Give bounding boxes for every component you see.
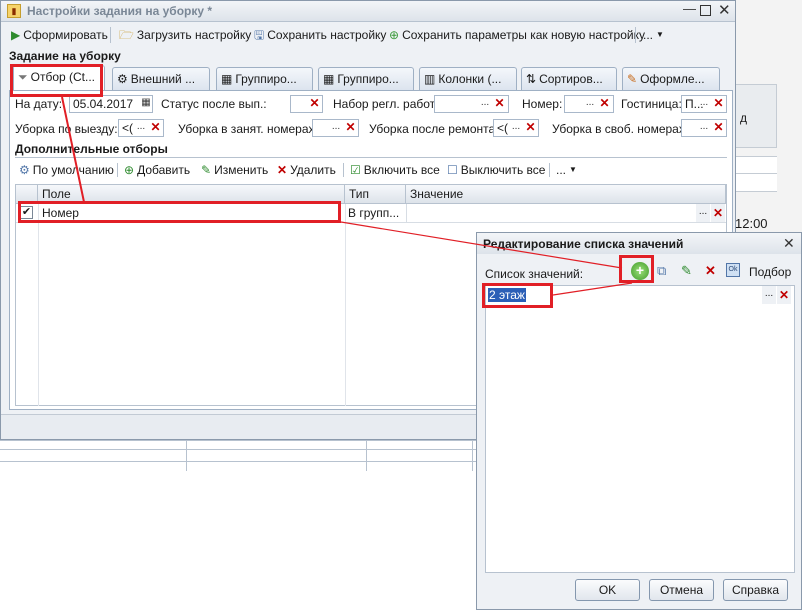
annotation-line xyxy=(61,96,85,203)
annotation-line xyxy=(552,282,633,296)
annotation-line xyxy=(340,221,623,269)
annotation-lines xyxy=(61,96,633,296)
